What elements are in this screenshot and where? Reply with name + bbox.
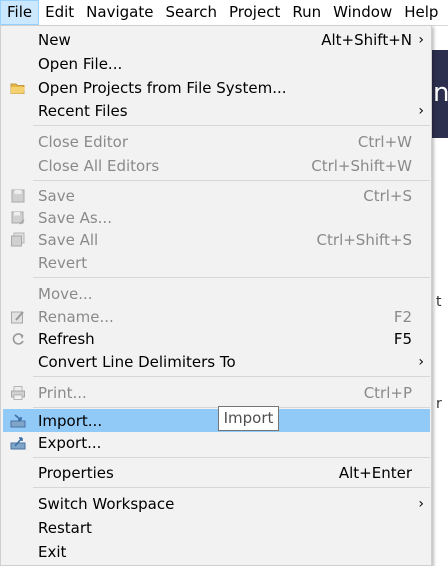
menu-item-label: Restart <box>38 518 92 537</box>
menu-item-label: Save All <box>38 230 99 249</box>
menu-bar: File Edit Navigate Search Project Run Wi… <box>0 0 448 26</box>
menu-item-label: Close Editor <box>38 132 129 151</box>
menu-item-refresh[interactable]: Refresh F5 <box>3 327 430 350</box>
menu-item-label: Exit <box>38 542 67 561</box>
menu-item-label: New <box>38 30 71 49</box>
background-banner-text: n <box>433 78 448 108</box>
menu-item-save-all[interactable]: Save All Ctrl+Shift+S <box>3 228 430 251</box>
submenu-arrow-icon: › <box>418 495 424 512</box>
menu-item-label: Open Projects from File System... <box>38 78 287 97</box>
menu-item-close-editor[interactable]: Close Editor Ctrl+W <box>3 130 430 153</box>
rename-icon <box>11 311 24 324</box>
menu-item-label: Convert Line Delimiters To <box>38 352 236 371</box>
menu-separator <box>33 180 430 181</box>
file-menu-dropdown: New Alt+Shift+N › Open File... Open Proj… <box>0 25 432 566</box>
menu-item-label: Revert <box>38 253 88 272</box>
save-as-icon <box>11 211 25 225</box>
printer-icon <box>11 386 25 400</box>
menu-run[interactable]: Run <box>286 0 327 25</box>
menu-help[interactable]: Help <box>398 0 444 25</box>
menu-item-save[interactable]: Save Ctrl+S <box>3 184 430 207</box>
background-text-fragment: t <box>436 294 442 310</box>
menu-item-label: Save <box>38 186 75 205</box>
background-text-fragment: r <box>436 396 442 412</box>
menu-search[interactable]: Search <box>159 0 223 25</box>
menu-item-label: Recent Files <box>38 101 128 120</box>
menu-item-open-projects[interactable]: Open Projects from File System... <box>3 76 430 99</box>
menu-item-open-file[interactable]: Open File... <box>3 52 430 75</box>
shortcut-text: Ctrl+W <box>357 132 412 151</box>
tooltip-import: Import <box>218 406 279 431</box>
import-icon <box>10 414 26 428</box>
menu-item-print[interactable]: Print... Ctrl+P <box>3 381 430 404</box>
menu-file[interactable]: File <box>0 0 40 25</box>
menu-separator <box>33 125 430 126</box>
menu-project[interactable]: Project <box>223 0 286 25</box>
refresh-icon <box>12 333 24 345</box>
menu-item-exit[interactable]: Exit <box>3 540 430 563</box>
save-all-icon <box>11 232 25 247</box>
shortcut-text: Ctrl+Shift+W <box>311 156 412 175</box>
shortcut-text: Ctrl+Shift+S <box>316 230 412 249</box>
menu-item-import[interactable]: Import... <box>3 409 430 432</box>
menu-item-label: Switch Workspace <box>38 494 175 513</box>
menu-separator <box>33 487 430 488</box>
submenu-arrow-icon: › <box>418 353 424 370</box>
shortcut-text: F5 <box>393 329 412 348</box>
shortcut-text: F2 <box>393 307 412 326</box>
menu-item-label: Save As... <box>38 208 112 227</box>
menu-item-label: Export... <box>38 433 102 452</box>
submenu-arrow-icon: › <box>418 31 424 48</box>
menu-item-label: Move... <box>38 284 93 303</box>
menu-item-close-all-editors[interactable]: Close All Editors Ctrl+Shift+W <box>3 154 430 177</box>
menu-item-label: Properties <box>38 463 114 482</box>
save-icon <box>11 189 25 203</box>
menu-item-label: Print... <box>38 383 87 402</box>
menu-item-properties[interactable]: Properties Alt+Enter <box>3 461 430 484</box>
shortcut-text: Alt+Shift+N <box>321 30 412 49</box>
menu-item-rename[interactable]: Rename... F2 <box>3 305 430 328</box>
menu-item-label: Rename... <box>38 307 114 326</box>
shortcut-text: Ctrl+S <box>363 186 412 205</box>
menu-window[interactable]: Window <box>327 0 398 25</box>
menu-item-label: Import... <box>38 411 103 430</box>
menu-item-recent-files[interactable]: Recent Files › <box>3 99 430 122</box>
menu-separator <box>33 277 430 278</box>
folder-icon <box>10 83 25 94</box>
menu-item-switch-workspace[interactable]: Switch Workspace › <box>3 492 430 515</box>
menu-item-label: Refresh <box>38 329 95 348</box>
menu-navigate[interactable]: Navigate <box>80 0 159 25</box>
menu-separator <box>33 457 430 458</box>
menu-item-revert[interactable]: Revert <box>3 251 430 274</box>
menu-item-move[interactable]: Move... <box>3 282 430 305</box>
menu-item-convert-line-delimiters[interactable]: Convert Line Delimiters To › <box>3 350 430 373</box>
menu-item-label: Close All Editors <box>38 156 160 175</box>
menu-item-save-as[interactable]: Save As... <box>3 206 430 229</box>
menu-edit[interactable]: Edit <box>39 0 80 25</box>
submenu-arrow-icon: › <box>418 102 424 119</box>
menu-item-export[interactable]: Export... <box>3 431 430 454</box>
menu-item-label: Open File... <box>38 54 123 73</box>
shortcut-text: Ctrl+P <box>363 383 412 402</box>
menu-item-restart[interactable]: Restart <box>3 516 430 539</box>
menu-separator <box>33 376 430 377</box>
export-icon <box>10 437 26 450</box>
shortcut-text: Alt+Enter <box>338 463 412 482</box>
menu-item-new[interactable]: New Alt+Shift+N › <box>3 28 430 51</box>
